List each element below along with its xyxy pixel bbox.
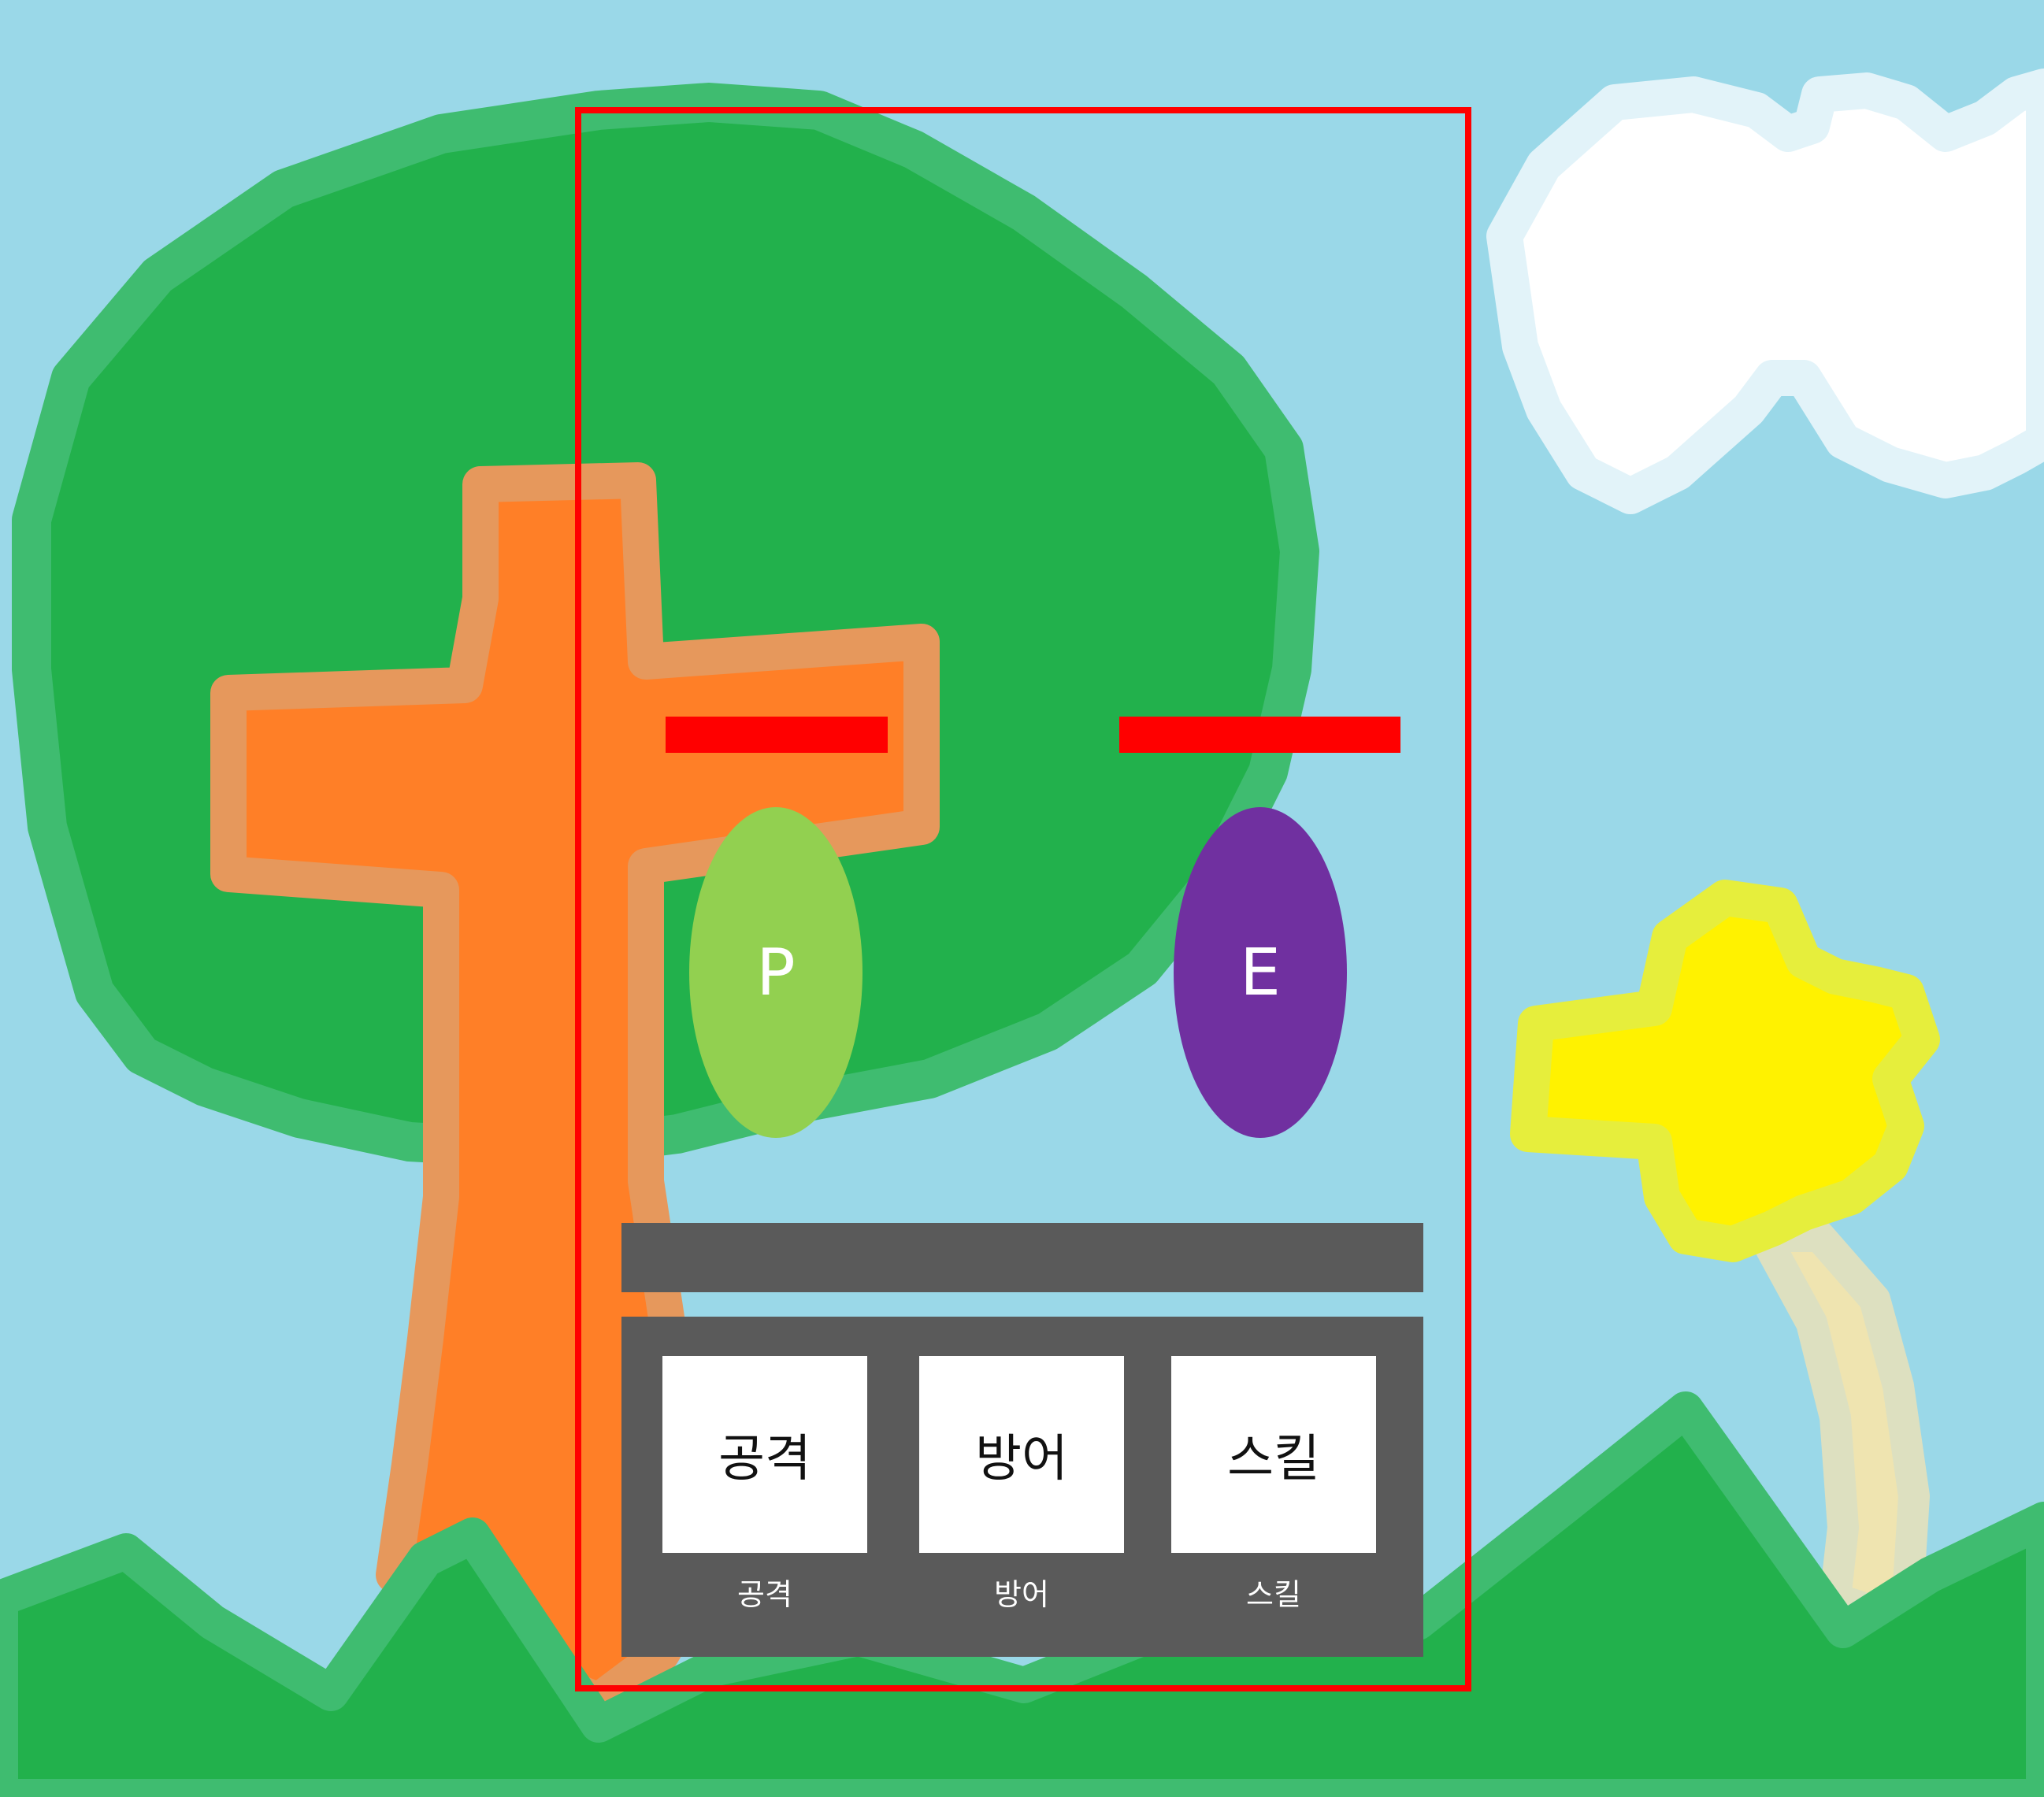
viewport-frame (575, 107, 1471, 1691)
